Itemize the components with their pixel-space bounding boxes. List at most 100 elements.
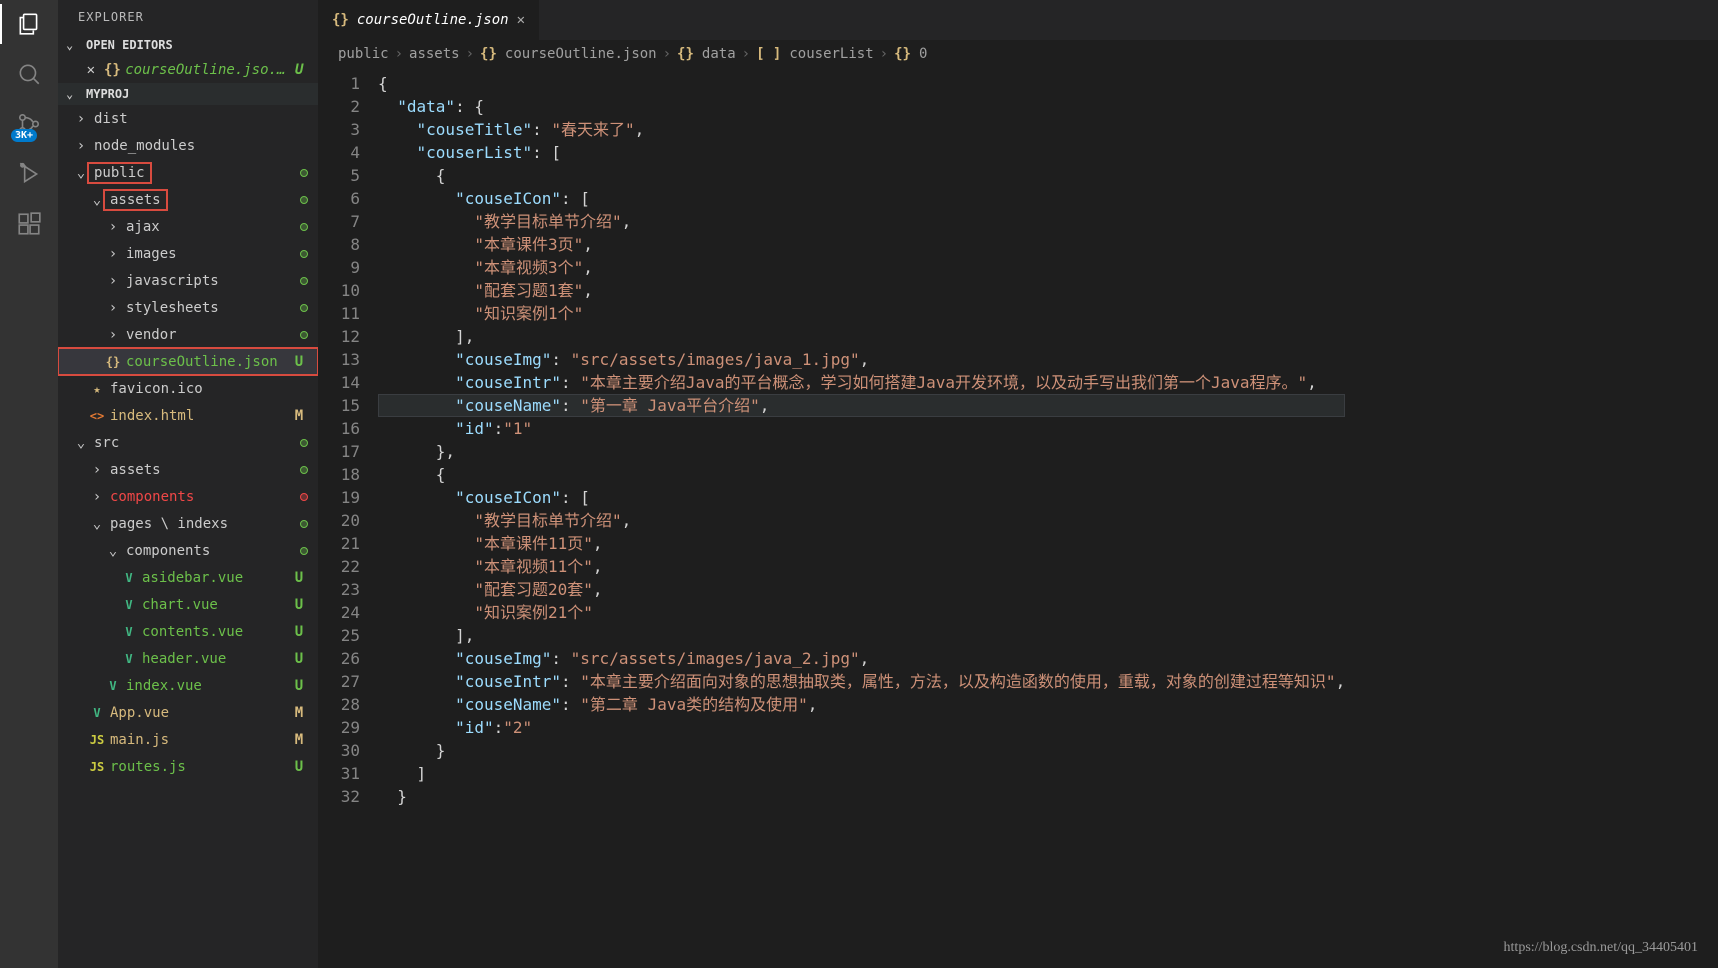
close-icon[interactable]: ✕ [517, 12, 525, 28]
breadcrumb-item[interactable]: public [338, 46, 389, 62]
open-editors-label: OPEN EDITORS [86, 38, 173, 52]
status-dot [300, 547, 308, 555]
tree-item[interactable]: ›ajax [58, 213, 318, 240]
chevron-icon: › [88, 462, 106, 478]
tree-item-label: routes.js [110, 759, 186, 775]
tree-item-label: main.js [110, 732, 169, 748]
sidebar-title: EXPLORER [58, 0, 318, 34]
tab-courseoutline[interactable]: {} courseOutline.json ✕ [318, 0, 540, 40]
chevron-icon: › [104, 300, 122, 316]
chevron-icon: ⌄ [88, 516, 106, 532]
chevron-icon: › [104, 246, 122, 262]
status-dot [300, 520, 308, 528]
search-icon[interactable] [13, 58, 45, 90]
code-editor[interactable]: 1234567891011121314151617181920212223242… [318, 68, 1718, 968]
tree-item-label: courseOutline.json [126, 354, 278, 370]
breadcrumb-item[interactable]: 0 [919, 46, 927, 62]
tree-item[interactable]: Vheader.vueU [58, 645, 318, 672]
chevron-icon: › [104, 219, 122, 235]
activity-bar: 3K+ [0, 0, 58, 968]
status-dot [300, 277, 308, 285]
breadcrumb-item[interactable]: couserList [789, 46, 873, 62]
explorer-icon[interactable] [13, 8, 45, 40]
file-status: U [290, 624, 308, 640]
tree-item[interactable]: Vasidebar.vueU [58, 564, 318, 591]
tree-item[interactable]: ›stylesheets [58, 294, 318, 321]
project-section[interactable]: ⌄MYPROJ [58, 83, 318, 105]
tree-item[interactable]: {} courseOutline.json U [58, 348, 318, 375]
source-control-icon[interactable]: 3K+ [13, 108, 45, 140]
file-tree: ›dist›node_modules⌄public⌄assets›ajax›im… [58, 105, 318, 968]
status-dot [300, 439, 308, 447]
open-editor-label: courseOutline.jso... [125, 62, 290, 78]
chevron-icon: ⌄ [104, 543, 122, 559]
json-icon: {} [104, 62, 122, 78]
tree-item[interactable]: ⌄public [58, 159, 318, 186]
open-editor-item[interactable]: ✕ {} courseOutline.jso... U [58, 56, 318, 83]
tree-item-label: javascripts [126, 273, 219, 289]
tree-item-label: ajax [126, 219, 160, 235]
tree-item[interactable]: V App.vue M [58, 699, 318, 726]
file-status: U [290, 759, 308, 775]
tree-item[interactable]: ⌄pages \ indexs [58, 510, 318, 537]
chevron-right-icon: › [466, 46, 474, 62]
file-icon: <> [88, 409, 106, 423]
tree-item[interactable]: ›vendor [58, 321, 318, 348]
chevron-icon: › [72, 138, 90, 154]
file-status: U [290, 651, 308, 667]
tree-item[interactable]: ›assets [58, 456, 318, 483]
file-icon: {} [104, 355, 122, 369]
status-dot [300, 466, 308, 474]
tree-item-label: chart.vue [142, 597, 218, 613]
breadcrumbs[interactable]: public›assets›{}courseOutline.json›{}dat… [318, 40, 1718, 68]
tree-item-label: assets [106, 192, 165, 208]
status-dot [300, 304, 308, 312]
editor-area: {} courseOutline.json ✕ public›assets›{}… [318, 0, 1718, 968]
tree-item[interactable]: Vcontents.vueU [58, 618, 318, 645]
tree-item-label: node_modules [94, 138, 195, 154]
tree-item[interactable]: Vchart.vueU [58, 591, 318, 618]
chevron-icon: ⌄ [72, 435, 90, 451]
breadcrumb-item[interactable]: courseOutline.json [505, 46, 657, 62]
file-status: U [290, 62, 308, 78]
debug-icon[interactable] [13, 158, 45, 190]
tree-item-label: images [126, 246, 177, 262]
status-dot [300, 331, 308, 339]
file-icon: V [120, 571, 138, 585]
file-icon: ★ [88, 382, 106, 396]
chevron-icon: › [104, 273, 122, 289]
tree-item[interactable]: ›images [58, 240, 318, 267]
breadcrumb-item[interactable]: assets [409, 46, 460, 62]
extensions-icon[interactable] [13, 208, 45, 240]
tab-bar: {} courseOutline.json ✕ [318, 0, 1718, 40]
breadcrumb-item[interactable]: data [702, 46, 736, 62]
tree-item[interactable]: ⌄assets [58, 186, 318, 213]
tree-item-label: App.vue [110, 705, 169, 721]
close-icon[interactable]: ✕ [82, 62, 100, 78]
file-status: U [290, 678, 308, 694]
chevron-right-icon: › [395, 46, 403, 62]
file-icon: V [104, 679, 122, 693]
tree-item[interactable]: ⌄src [58, 429, 318, 456]
file-status: U [290, 354, 308, 370]
tree-item[interactable]: ⌄components [58, 537, 318, 564]
breadcrumb-icon: [ ] [756, 46, 781, 62]
tree-item[interactable]: ›node_modules [58, 132, 318, 159]
tree-item[interactable]: ›dist [58, 105, 318, 132]
file-status: M [290, 705, 308, 721]
tree-item[interactable]: Vindex.vueU [58, 672, 318, 699]
open-editors-section[interactable]: ⌄OPEN EDITORS [58, 34, 318, 56]
file-icon: V [88, 706, 106, 720]
tree-item-label: src [94, 435, 119, 451]
tree-item[interactable]: JSroutes.jsU [58, 753, 318, 780]
tree-item[interactable]: ›javascripts [58, 267, 318, 294]
sidebar: EXPLORER ⌄OPEN EDITORS ✕ {} courseOutlin… [58, 0, 318, 968]
tree-item-label: contents.vue [142, 624, 243, 640]
tree-item[interactable]: ★favicon.ico [58, 375, 318, 402]
tree-item[interactable]: JSmain.jsM [58, 726, 318, 753]
chevron-icon: › [104, 327, 122, 343]
tree-item[interactable]: ›components [58, 483, 318, 510]
tree-item-label: components [126, 543, 210, 559]
tree-item-label: dist [94, 111, 128, 127]
tree-item[interactable]: <>index.htmlM [58, 402, 318, 429]
